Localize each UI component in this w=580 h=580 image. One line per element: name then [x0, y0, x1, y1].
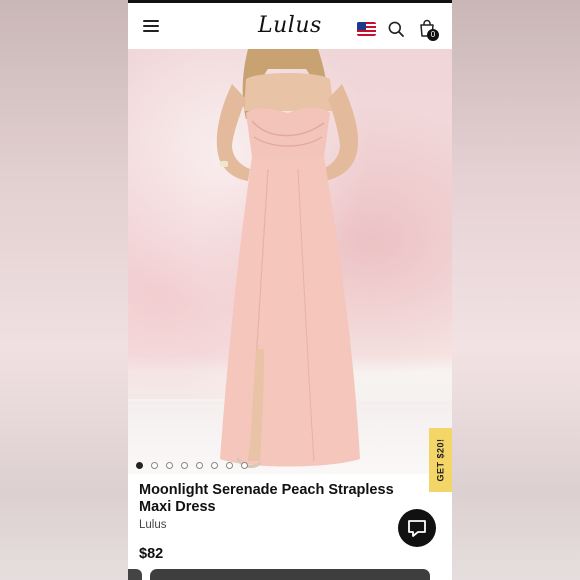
promo-label: GET $20!	[435, 438, 446, 482]
model-in-dress	[216, 49, 360, 468]
chat-button[interactable]	[398, 509, 436, 547]
chat-bubble-icon	[408, 520, 426, 537]
phone-screen: Lulus 0 GET $20! Moonlight Serenade Peac…	[128, 0, 452, 580]
carousel-dot[interactable]	[151, 462, 158, 469]
search-icon[interactable]	[388, 21, 404, 37]
blurred-background-left	[0, 0, 128, 580]
carousel-dot[interactable]	[166, 462, 173, 469]
product-title: Moonlight Serenade Peach Strapless Maxi …	[139, 482, 394, 515]
blurred-background-right	[452, 0, 580, 580]
carousel-dot[interactable]	[196, 462, 203, 469]
product-brand[interactable]: Lulus	[139, 519, 167, 531]
carousel-dot[interactable]	[136, 462, 143, 469]
bottom-action-bar[interactable]	[150, 569, 430, 580]
us-flag-icon[interactable]	[357, 22, 376, 36]
cart-count-badge: 0	[427, 29, 439, 41]
image-carousel-dots	[136, 462, 248, 469]
carousel-dot[interactable]	[241, 462, 248, 469]
carousel-dot[interactable]	[226, 462, 233, 469]
carousel-dot[interactable]	[211, 462, 218, 469]
product-image[interactable]	[128, 49, 452, 474]
carousel-dot[interactable]	[181, 462, 188, 469]
menu-icon[interactable]	[143, 20, 159, 32]
product-price: $82	[139, 546, 164, 562]
site-logo[interactable]: Lulus	[258, 13, 322, 38]
get-20-promo-tab[interactable]: GET $20!	[429, 428, 452, 492]
site-header: Lulus 0	[128, 3, 452, 49]
bottom-bar-left	[128, 569, 142, 580]
